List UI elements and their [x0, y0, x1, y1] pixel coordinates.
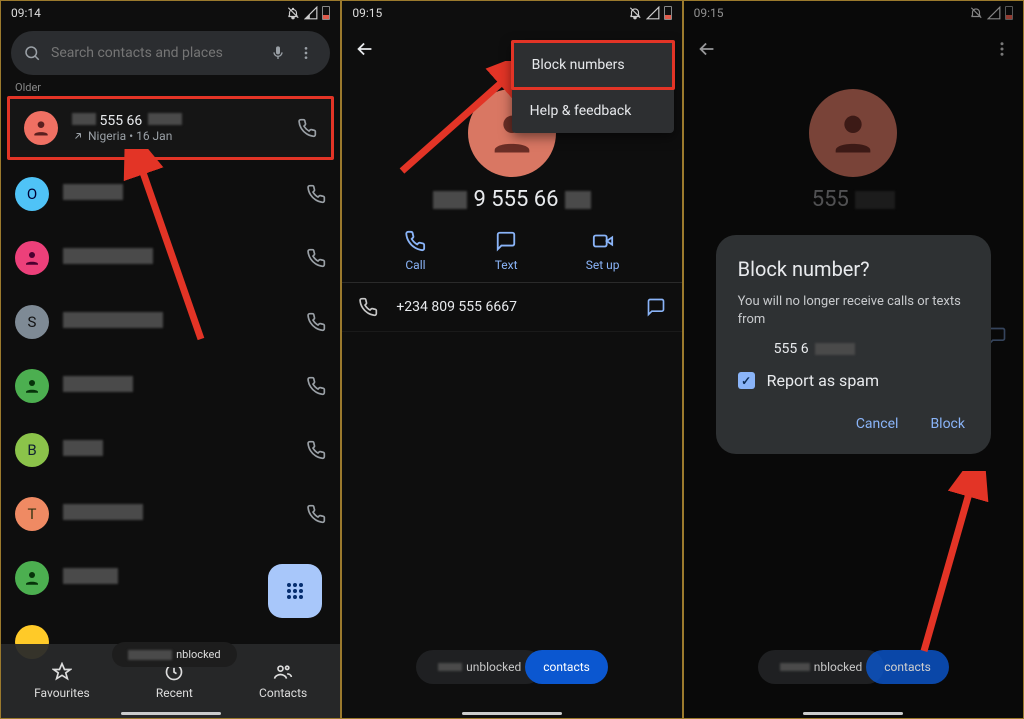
- pane-block-dialog: 09:15 555 Block number? You will no long…: [683, 0, 1024, 719]
- menu-block-numbers[interactable]: Block numbers: [511, 40, 675, 90]
- contact-avatar: T: [15, 497, 49, 531]
- recent-call-row[interactable]: O: [1, 162, 340, 226]
- report-spam-checkbox[interactable]: ✓ Report as spam: [738, 371, 969, 390]
- call-icon[interactable]: [297, 118, 317, 138]
- snackbar-area: unblocked contacts: [342, 650, 681, 684]
- section-label: Older: [15, 81, 326, 94]
- bottom-nav: Favourites nblocked Recent Contacts: [1, 644, 340, 718]
- nav-favourites[interactable]: Favourites: [34, 662, 90, 700]
- status-bar: 09:14: [1, 1, 340, 25]
- contact-avatar: [15, 561, 49, 595]
- contact-avatar: [15, 241, 49, 275]
- call-icon[interactable]: [306, 312, 326, 332]
- gesture-bar: [462, 712, 562, 715]
- cancel-button[interactable]: Cancel: [852, 408, 903, 440]
- contact-avatar: O: [15, 177, 49, 211]
- contact-avatar: [15, 369, 49, 403]
- contact-avatar: B: [15, 433, 49, 467]
- menu-help-feedback[interactable]: Help & feedback: [512, 89, 674, 133]
- search-icon: [23, 44, 43, 62]
- recent-call-row[interactable]: [1, 354, 340, 418]
- recent-call-row[interactable]: S: [1, 290, 340, 354]
- contact-avatar: [24, 111, 58, 145]
- row-text: 555 66 Nigeria • 16 Jan: [72, 113, 297, 143]
- battery-icon: [322, 6, 330, 20]
- recent-call-row[interactable]: [1, 226, 340, 290]
- contacts-chip[interactable]: contacts: [866, 650, 949, 684]
- nav-contacts[interactable]: Contacts: [259, 662, 307, 700]
- outgoing-icon: [72, 130, 84, 142]
- contact-number: 9 555 66: [342, 187, 681, 212]
- phone-number-row[interactable]: +234 809 555 6667: [342, 282, 681, 332]
- contact-avatar: S: [15, 305, 49, 339]
- message-icon[interactable]: [646, 297, 666, 317]
- back-button[interactable]: [354, 38, 376, 60]
- gesture-bar: [121, 712, 221, 715]
- call-icon[interactable]: [306, 184, 326, 204]
- status-icons: [286, 6, 330, 20]
- dnd-icon: [286, 6, 300, 20]
- checkbox-icon: ✓: [738, 372, 755, 389]
- dialog-actions: Cancel Block: [738, 408, 969, 440]
- recent-call-row[interactable]: B: [1, 418, 340, 482]
- signal-icon: [646, 6, 660, 20]
- dialog-body: You will no longer receive calls or text…: [738, 293, 969, 329]
- status-time: 09:15: [352, 6, 382, 20]
- call-icon[interactable]: [306, 376, 326, 396]
- pane-recents: 09:14 Older 555 66: [0, 0, 341, 719]
- dialog-title: Block number?: [738, 257, 969, 281]
- dialog-number: 555 6: [774, 341, 969, 357]
- block-dialog: Block number? You will no longer receive…: [716, 235, 991, 454]
- snackbar-area: nblocked contacts: [684, 650, 1023, 684]
- contacts-chip[interactable]: contacts: [525, 650, 608, 684]
- action-row: Call Text Set up: [370, 230, 653, 272]
- status-time: 09:14: [11, 6, 41, 20]
- gesture-bar: [803, 712, 903, 715]
- call-icon[interactable]: [306, 440, 326, 460]
- more-icon[interactable]: [298, 45, 318, 61]
- pane-contact-detail: 09:15 9 555 66 Call Text Set up +234 809…: [341, 0, 682, 719]
- nav-recent[interactable]: nblocked Recent: [156, 662, 193, 700]
- call-icon[interactable]: [306, 248, 326, 268]
- search-bar[interactable]: [11, 31, 330, 75]
- recent-call-row[interactable]: 555 66 Nigeria • 16 Jan: [7, 96, 334, 160]
- call-icon[interactable]: [306, 504, 326, 524]
- action-text[interactable]: Text: [495, 230, 518, 272]
- battery-icon: [664, 6, 672, 20]
- signal-icon: [304, 6, 318, 20]
- snackbar: unblocked: [416, 650, 543, 684]
- overflow-menu: Block numbers Help & feedback: [512, 41, 674, 133]
- action-setup[interactable]: Set up: [586, 230, 620, 272]
- status-bar: 09:15: [342, 1, 681, 25]
- mic-icon[interactable]: [270, 45, 290, 61]
- action-call[interactable]: Call: [404, 230, 426, 272]
- block-button[interactable]: Block: [926, 408, 969, 440]
- dnd-icon: [628, 6, 642, 20]
- dialpad-fab[interactable]: [268, 564, 322, 618]
- recent-call-row[interactable]: T: [1, 482, 340, 546]
- search-input[interactable]: [51, 45, 270, 61]
